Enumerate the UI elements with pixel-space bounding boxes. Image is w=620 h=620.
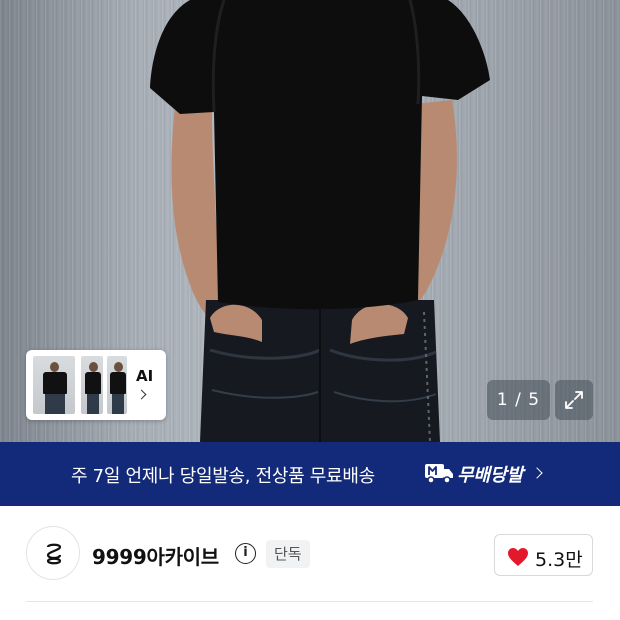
banner-brand: 무배당발 [457,465,524,486]
chevron-right-icon [531,467,543,479]
brand-row: 9999아카이브 i 단독 5.3만 [0,506,620,620]
ai-label: AI [136,367,154,385]
brand-logo-icon [46,543,62,565]
truck-icon [425,464,453,484]
info-icon[interactable]: i [235,543,256,564]
product-image[interactable]: AI 1 / 5 [0,0,620,442]
banner-text: 주 7일 언제나 당일발송, 전상품 무료배송 [71,466,375,487]
ai-recommend-button[interactable]: AI [26,350,166,420]
exclusive-badge: 단독 [266,540,310,568]
brand-name[interactable]: 9999아카이브 [92,541,219,570]
chevron-right-icon [136,389,147,400]
expand-button[interactable] [555,380,593,420]
expand-icon [565,391,583,409]
thumbnail-image [32,355,76,415]
like-count: 5.3만 [535,549,583,571]
heart-icon [508,548,528,566]
image-counter: 1 / 5 [487,380,550,420]
delivery-banner[interactable]: 주 7일 언제나 당일발송, 전상품 무료배송 무배당발 [0,442,620,506]
thumbnail-image [106,355,128,415]
like-button[interactable]: 5.3만 [494,534,593,576]
brand-logo[interactable] [26,526,80,580]
divider [26,601,593,602]
thumbnail-image [80,355,104,415]
